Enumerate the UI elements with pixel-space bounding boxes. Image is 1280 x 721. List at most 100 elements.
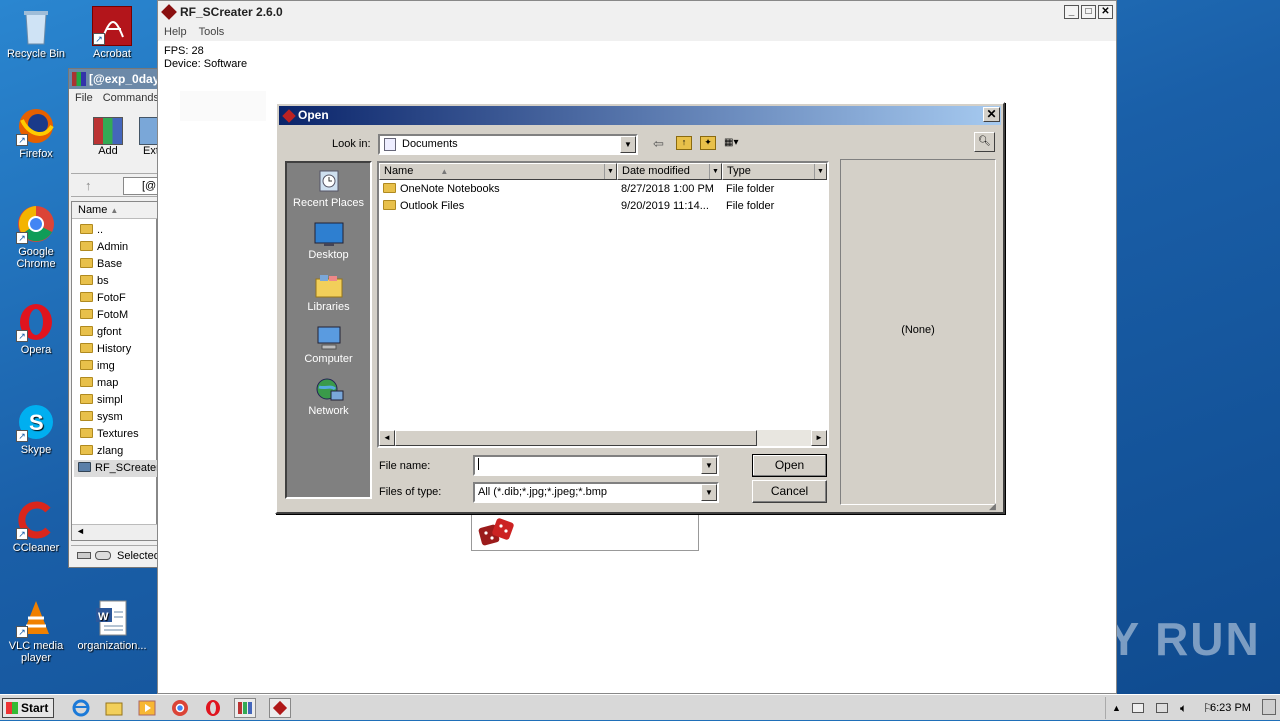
list-item[interactable]: img: [80, 358, 115, 375]
file-row[interactable]: OneNote Notebooks 8/27/2018 1:00 PM File…: [383, 181, 823, 198]
list-item[interactable]: gfont: [80, 324, 121, 341]
preview-toggle-icon[interactable]: 🔍︎: [974, 132, 995, 152]
list-item-label: RF_SCreater: [95, 462, 158, 474]
desktop-icon-recycle-bin[interactable]: Recycle Bin: [1, 6, 71, 60]
desktop-icon-acrobat[interactable]: ↗ Acrobat: [77, 6, 147, 60]
scroll-left-icon[interactable]: ◄: [379, 430, 395, 446]
back-arrow-icon[interactable]: ⇦: [653, 136, 664, 152]
action-center-icon[interactable]: [1132, 703, 1144, 713]
list-item-label: ..: [97, 224, 104, 236]
list-item[interactable]: History: [80, 341, 131, 358]
menu-tools[interactable]: Tools: [199, 26, 225, 38]
taskbar-opera-icon[interactable]: [202, 698, 224, 718]
preview-text: (None): [901, 324, 935, 336]
extract-button[interactable]: Ext: [139, 117, 157, 163]
list-item[interactable]: ..: [80, 222, 103, 239]
list-item[interactable]: zlang: [80, 443, 123, 460]
chevron-down-icon[interactable]: ▼: [701, 457, 717, 474]
folder-icon: [80, 394, 93, 404]
list-item[interactable]: bs: [80, 273, 109, 290]
volume-icon[interactable]: 🔈︎: [1180, 697, 1187, 719]
desktop-icon-skype[interactable]: S ↗ Skype: [1, 402, 71, 456]
files-of-type-value: All (*.dib;*.jpg;*.jpeg;*.bmp: [478, 486, 608, 498]
list-item[interactable]: FotoF: [80, 290, 126, 307]
column-dropdown-icon[interactable]: ▼: [709, 164, 721, 179]
list-item[interactable]: simpl: [80, 392, 123, 409]
column-name-label: Name: [78, 204, 108, 216]
chevron-down-icon[interactable]: ▼: [620, 136, 636, 153]
taskbar-media-player-icon[interactable]: [136, 698, 158, 718]
desktop-icon-vlc[interactable]: ↗ VLC media player: [1, 598, 71, 664]
column-dropdown-icon[interactable]: ▼: [604, 164, 616, 179]
place-recent-places[interactable]: Recent Places: [287, 169, 370, 209]
files-of-type-select[interactable]: All (*.dib;*.jpg;*.jpeg;*.bmp ▼: [473, 482, 719, 503]
file-name-input[interactable]: ▼: [473, 455, 719, 476]
column-dropdown-icon[interactable]: ▼: [814, 164, 826, 179]
desktop-icon-label: Recycle Bin: [6, 48, 66, 60]
list-item[interactable]: sysm: [80, 409, 123, 426]
place-label: Recent Places: [293, 197, 364, 209]
tray-expand-icon[interactable]: ▲: [1112, 697, 1121, 719]
up-arrow-icon[interactable]: ↑: [85, 178, 92, 193]
clock[interactable]: 6:23 PM: [1210, 697, 1251, 719]
start-button[interactable]: Start: [2, 698, 54, 718]
resize-grip-icon[interactable]: ◢: [989, 500, 1001, 512]
winrar-window: [@exp_0day File Commands Add Ext ↑ [@ Nam…: [68, 68, 158, 568]
open-dialog: Open ✕ Look in: Documents ▼ ⇦ ↑ ✦ ▦▾ 🔍︎ …: [275, 102, 1005, 514]
chevron-down-icon[interactable]: ▼: [701, 484, 717, 501]
places-bar: Recent Places Desktop Libraries Computer…: [285, 161, 372, 499]
look-in-combo[interactable]: Documents ▼: [378, 134, 638, 155]
list-item[interactable]: Textures: [80, 426, 139, 443]
horizontal-scrollbar[interactable]: ◄: [72, 524, 157, 540]
cancel-button[interactable]: Cancel: [752, 480, 827, 503]
taskbar-chrome-icon[interactable]: [169, 698, 191, 718]
place-libraries[interactable]: Libraries: [287, 273, 370, 313]
column-header-type[interactable]: Type ▼: [722, 163, 827, 180]
desktop-icon-chrome[interactable]: ↗ Google Chrome: [1, 204, 71, 270]
column-name[interactable]: Name ▲: [72, 202, 157, 219]
maximize-button[interactable]: □: [1081, 5, 1096, 19]
menu-commands[interactable]: Commands: [103, 92, 157, 104]
taskbar-explorer-icon[interactable]: [103, 698, 125, 718]
scroll-left-icon[interactable]: ◄: [76, 526, 85, 536]
minimize-button[interactable]: _: [1064, 5, 1079, 19]
taskbar-rf-screater-icon[interactable]: [269, 698, 291, 718]
desktop-icon-firefox[interactable]: ↗ Firefox: [1, 106, 71, 160]
taskbar-winrar-icon[interactable]: [234, 698, 256, 718]
column-header-name[interactable]: Name ▲ ▼: [379, 163, 617, 180]
column-header-date-modified[interactable]: Date modified ▼: [617, 163, 722, 180]
place-network[interactable]: Network: [287, 377, 370, 417]
list-item[interactable]: Admin: [80, 239, 128, 256]
new-folder-icon[interactable]: ✦: [700, 136, 716, 150]
desktop-icon-opera[interactable]: ↗ Opera: [1, 302, 71, 356]
word-doc-icon: W: [92, 598, 132, 638]
list-item[interactable]: RF_SCreater: [74, 460, 158, 477]
folder-icon: [80, 377, 93, 387]
dialog-close-button[interactable]: ✕: [983, 107, 1000, 122]
file-date: 8/27/2018 1:00 PM: [621, 183, 714, 195]
list-item[interactable]: Base: [80, 256, 122, 273]
place-desktop[interactable]: Desktop: [287, 221, 370, 261]
taskbar-ie-icon[interactable]: [70, 698, 92, 718]
horizontal-scrollbar[interactable]: ◄ ►: [379, 430, 827, 446]
file-row[interactable]: Outlook Files 9/20/2019 11:14... File fo…: [383, 198, 823, 215]
file-name: Outlook Files: [400, 200, 465, 212]
desktop-icon-document[interactable]: W organization...: [77, 598, 147, 652]
desktop-icon-ccleaner[interactable]: ↗ CCleaner: [1, 500, 71, 554]
open-button[interactable]: Open: [752, 454, 827, 477]
menu-help[interactable]: Help: [164, 26, 187, 38]
scroll-right-icon[interactable]: ►: [811, 430, 827, 446]
up-folder-icon[interactable]: ↑: [676, 136, 692, 150]
network-tray-icon[interactable]: [1156, 703, 1168, 713]
place-computer[interactable]: Computer: [287, 325, 370, 365]
close-button[interactable]: ✕: [1098, 5, 1113, 19]
list-item[interactable]: FotoM: [80, 307, 128, 324]
scroll-thumb[interactable]: [395, 430, 757, 446]
show-desktop-button[interactable]: [1262, 699, 1276, 715]
add-button[interactable]: Add: [91, 117, 125, 163]
list-item[interactable]: map: [80, 375, 118, 392]
winrar-menu: File Commands: [69, 89, 157, 107]
view-menu-icon[interactable]: ▦▾: [724, 136, 746, 150]
path-field[interactable]: [@: [123, 177, 157, 195]
menu-file[interactable]: File: [75, 92, 93, 104]
